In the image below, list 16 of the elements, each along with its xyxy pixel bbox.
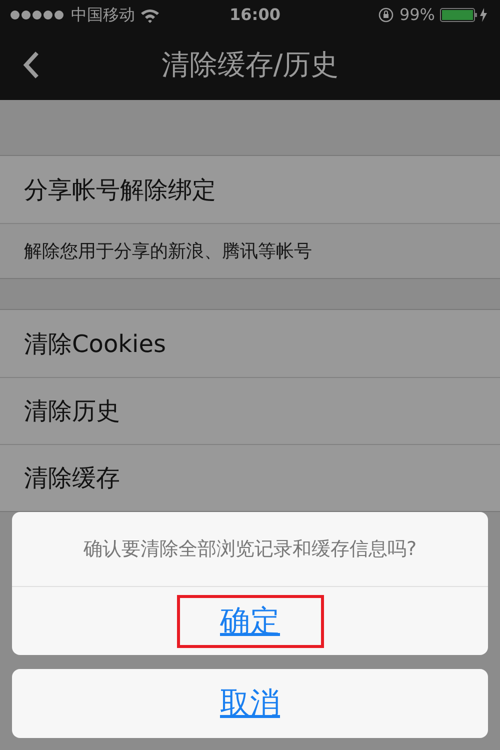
setting-description: 解除您用于分享的新浪、腾讯等帐号 [24, 240, 312, 264]
carrier-name: 中国移动 [71, 4, 135, 26]
clock-time: 16:00 [228, 4, 282, 26]
rotation-lock-icon [378, 7, 394, 23]
screen-title: 清除缓存/历史 [161, 47, 339, 83]
setting-title: 清除Cookies [24, 328, 166, 360]
setting-title: 清除历史 [24, 396, 120, 427]
cancel-button[interactable]: 取消 [12, 669, 488, 738]
wifi-icon [140, 8, 160, 22]
alert-message: 确认要清除全部浏览记录和缓存信息吗? [83, 536, 417, 562]
confirm-button[interactable]: 确定 [176, 594, 324, 648]
battery-percent: 99% [399, 4, 435, 26]
setting-title: 清除缓存 [24, 463, 120, 494]
setting-title: 分享帐号解除绑定 [24, 174, 216, 206]
signal-icon [10, 10, 66, 20]
battery-icon [440, 7, 490, 23]
